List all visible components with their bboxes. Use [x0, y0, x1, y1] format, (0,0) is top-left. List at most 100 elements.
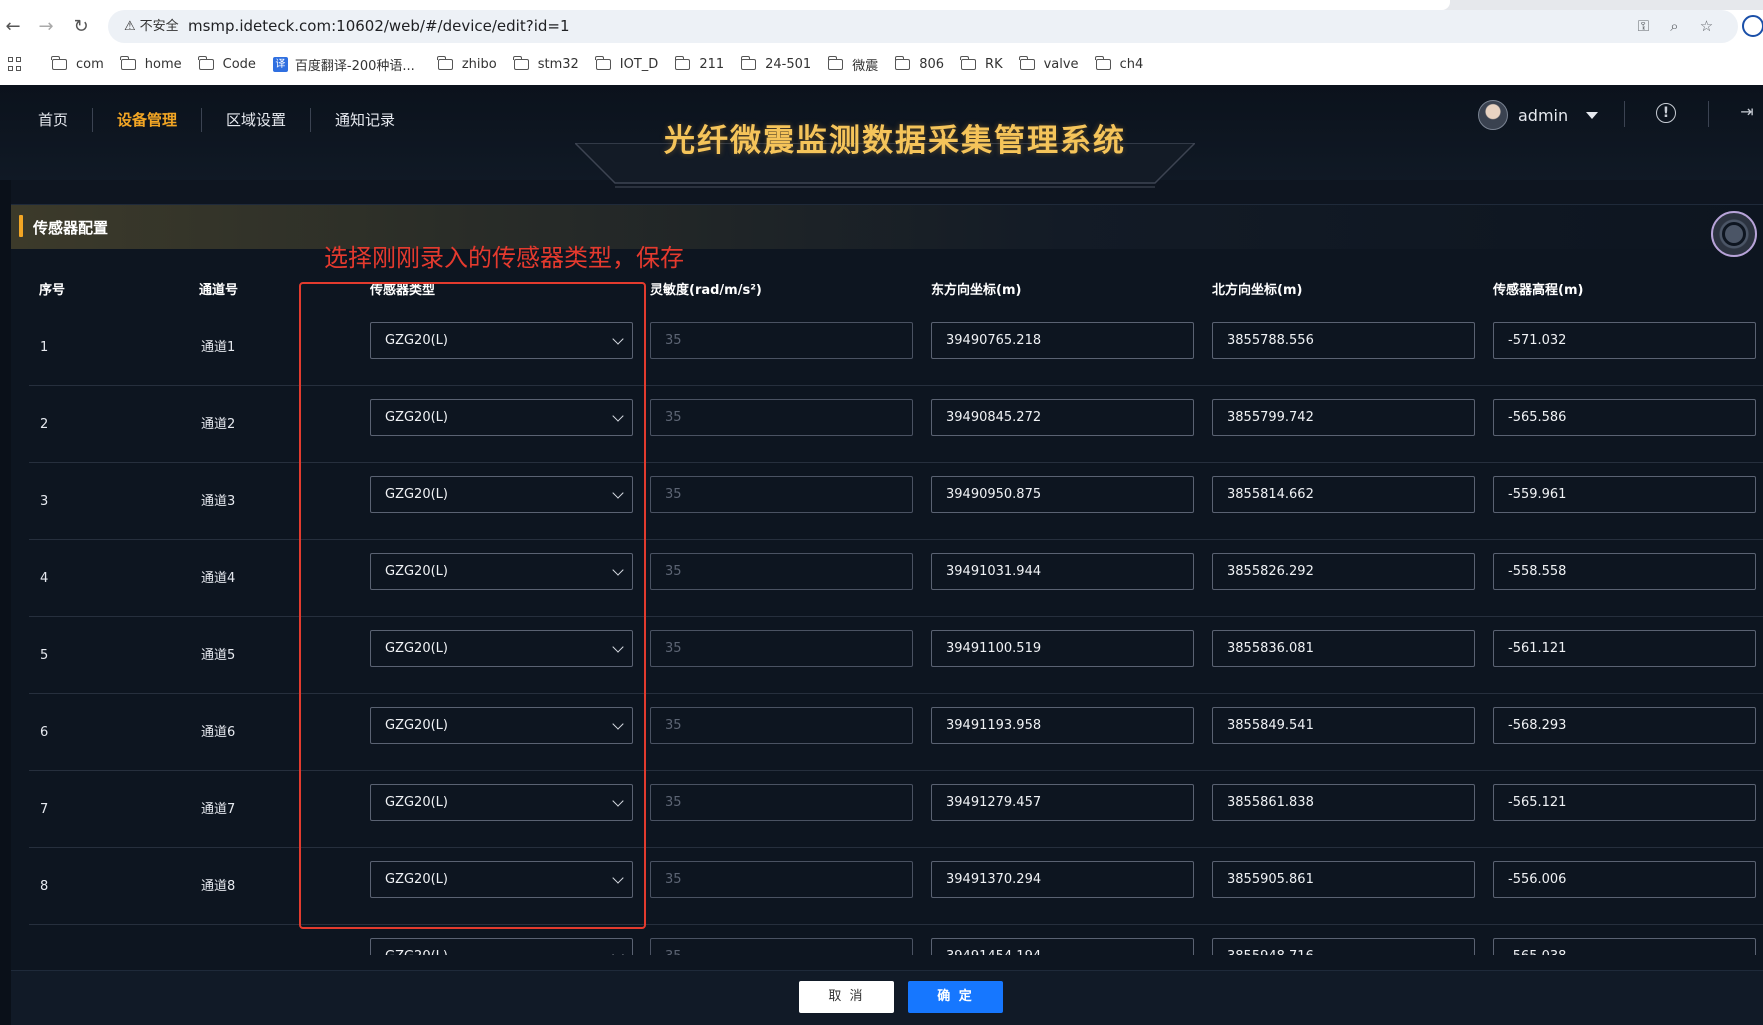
table-row: GZG20(L) 35 39491454.194 3855948.716 -565.03…	[29, 925, 1763, 955]
sensitivity-input[interactable]: 35	[650, 861, 913, 898]
north-coord-input[interactable]: 3855788.556	[1212, 322, 1475, 359]
bookmark-rk[interactable]: RK	[960, 54, 1003, 74]
bookmark-label: stm32	[537, 56, 579, 72]
nav-device-management[interactable]: 设备管理	[93, 108, 203, 132]
sensor-type-select[interactable]: GZG20(L)	[370, 630, 633, 667]
user-menu[interactable]: admin	[1478, 99, 1599, 131]
bookmark-baidu-translate[interactable]: 译百度翻译-200种语...	[272, 54, 415, 74]
nav-home[interactable]: 首页	[38, 108, 94, 132]
bookmark-code[interactable]: Code	[198, 54, 256, 74]
table-row: 7 通道7 GZG20(L) 35 39491279.457 3855861.838 -56…	[29, 771, 1763, 848]
select-value: GZG20(L)	[385, 410, 448, 425]
bookmark-label: zhibo	[461, 56, 497, 72]
annotation-text: 选择刚刚录入的传感器类型，保存	[324, 244, 684, 272]
east-coord-input[interactable]: 39491193.958	[931, 707, 1194, 744]
info-icon[interactable]: !	[1656, 103, 1676, 123]
chevron-down-icon	[612, 949, 624, 955]
sensitivity-input[interactable]: 35	[650, 476, 913, 513]
header-sensitivity: 灵敏度(rad/m/s²)	[650, 283, 762, 298]
table-row: 2 通道2 GZG20(L) 35 39490845.272 3855799.742 -56…	[29, 386, 1763, 463]
north-coord-input[interactable]: 3855948.716	[1212, 938, 1475, 955]
active-tab[interactable]	[0, 0, 1450, 10]
elevation-input[interactable]: -565.586	[1493, 399, 1756, 436]
url-text[interactable]: msmp.ideteck.com:10602/web/#/device/edit…	[188, 10, 570, 43]
sensor-type-select[interactable]: GZG20(L)	[370, 399, 633, 436]
elevation-input[interactable]: -561.121	[1493, 630, 1756, 667]
bookmark-iot-d[interactable]: IOT_D	[595, 54, 659, 74]
sensitivity-input[interactable]: 35	[650, 553, 913, 590]
north-coord-input[interactable]: 3855836.081	[1212, 630, 1475, 667]
assistant-float-button[interactable]	[1711, 211, 1757, 257]
elevation-input[interactable]: -565.038	[1493, 938, 1756, 955]
bookmark-ch4[interactable]: ch4	[1094, 54, 1143, 74]
folder-icon	[894, 55, 911, 70]
forward-icon[interactable]: →	[33, 14, 59, 40]
east-coord-input[interactable]: 39491454.194	[931, 938, 1194, 955]
nav-area-settings[interactable]: 区域设置	[202, 108, 312, 132]
sensitivity-input[interactable]: 35	[650, 399, 913, 436]
cancel-button[interactable]: 取 消	[799, 981, 894, 1013]
bookmark-806[interactable]: 806	[894, 54, 944, 74]
bookmark-label: Code	[222, 56, 256, 72]
east-coord-input[interactable]: 39491370.294	[931, 861, 1194, 898]
sensor-type-select[interactable]: GZG20(L)	[370, 322, 633, 359]
bookmark-zhibo[interactable]: zhibo	[437, 54, 497, 74]
elevation-input[interactable]: -571.032	[1493, 322, 1756, 359]
profile-icon[interactable]	[1742, 15, 1763, 37]
east-coord-input[interactable]: 39491279.457	[931, 784, 1194, 821]
elevation-input[interactable]: -565.121	[1493, 784, 1756, 821]
sensor-type-select[interactable]: GZG20(L)	[370, 707, 633, 744]
bookmark-stm32[interactable]: stm32	[513, 54, 579, 74]
east-coord-input[interactable]: 39490845.272	[931, 399, 1194, 436]
apps-grid-icon[interactable]	[8, 57, 22, 71]
zoom-icon[interactable]: ⌕	[1663, 15, 1686, 38]
sensitivity-input[interactable]: 35	[650, 322, 913, 359]
key-icon[interactable]: ⚿	[1632, 15, 1655, 38]
sensor-type-select[interactable]: GZG20(L)	[370, 553, 633, 590]
north-coord-input[interactable]: 3855905.861	[1212, 861, 1475, 898]
confirm-button[interactable]: 确 定	[908, 981, 1003, 1013]
east-coord-input[interactable]: 39490765.218	[931, 322, 1194, 359]
north-coord-input[interactable]: 3855814.662	[1212, 476, 1475, 513]
table-row: 8 通道8 GZG20(L) 35 39491370.294 3855905.861 -55…	[29, 848, 1763, 925]
elevation-input[interactable]: -558.558	[1493, 553, 1756, 590]
table-row: 3 通道3 GZG20(L) 35 39490950.875 3855814.662 -55…	[29, 463, 1763, 540]
row-index: 2	[40, 417, 49, 432]
logout-icon[interactable]: ⇥	[1737, 103, 1757, 123]
sensor-type-select[interactable]: GZG20(L)	[370, 861, 633, 898]
north-coord-input[interactable]: 3855799.742	[1212, 399, 1475, 436]
bookmark-24-501[interactable]: 24-501	[740, 54, 811, 74]
bookmark-valve[interactable]: valve	[1018, 54, 1079, 74]
north-coord-input[interactable]: 3855826.292	[1212, 553, 1475, 590]
sensitivity-input[interactable]: 35	[650, 707, 913, 744]
security-indicator[interactable]: ⚠ 不安全	[118, 16, 185, 37]
back-icon[interactable]: ←	[0, 14, 26, 40]
bookmark-home[interactable]: home	[120, 54, 182, 74]
east-coord-input[interactable]: 39491100.519	[931, 630, 1194, 667]
east-coord-input[interactable]: 39490950.875	[931, 476, 1194, 513]
folder-icon	[740, 55, 757, 70]
bookmark-label: IOT_D	[619, 56, 659, 72]
sensitivity-input[interactable]: 35	[650, 630, 913, 667]
select-value: GZG20(L)	[385, 564, 448, 579]
elevation-input[interactable]: -568.293	[1493, 707, 1756, 744]
sensor-type-select[interactable]: GZG20(L)	[370, 476, 633, 513]
north-coord-input[interactable]: 3855861.838	[1212, 784, 1475, 821]
nav-notification-records[interactable]: 通知记录	[311, 108, 419, 132]
bookmark-weizhen[interactable]: 微震	[827, 54, 878, 74]
sensitivity-input[interactable]: 35	[650, 938, 913, 955]
north-coord-input[interactable]: 3855849.541	[1212, 707, 1475, 744]
header-north-coord: 北方向坐标(m)	[1212, 283, 1303, 298]
elevation-input[interactable]: -559.961	[1493, 476, 1756, 513]
east-coord-input[interactable]: 39491031.944	[931, 553, 1194, 590]
sensitivity-input[interactable]: 35	[650, 784, 913, 821]
address-bar[interactable]: ⚠ 不安全 msmp.ideteck.com:10602/web/#/devic…	[108, 10, 1738, 43]
bookmark-211[interactable]: 211	[674, 54, 724, 74]
sensor-type-select[interactable]: GZG20(L)	[370, 784, 633, 821]
main-nav: 首页 设备管理 区域设置 通知记录	[38, 105, 419, 135]
star-icon[interactable]: ☆	[1695, 15, 1718, 38]
sensor-type-select[interactable]: GZG20(L)	[370, 938, 633, 955]
bookmark-com[interactable]: com	[51, 54, 104, 74]
elevation-input[interactable]: -556.006	[1493, 861, 1756, 898]
reload-icon[interactable]: ↻	[68, 14, 94, 40]
